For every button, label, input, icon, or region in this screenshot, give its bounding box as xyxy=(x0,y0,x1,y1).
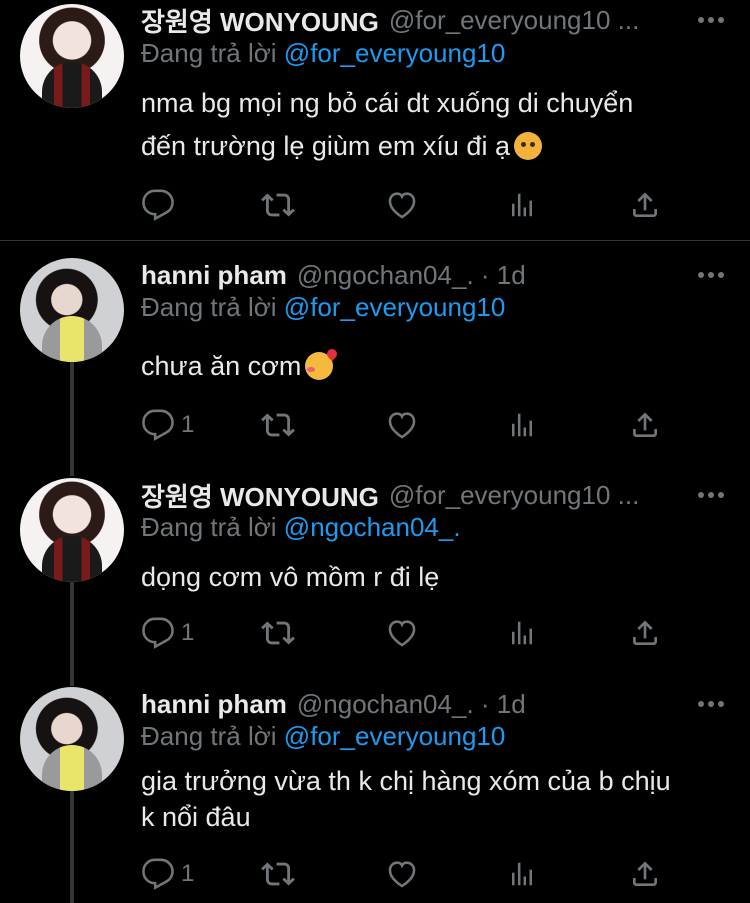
stats-icon xyxy=(507,857,537,891)
reply-prefix: Đang trả lời xyxy=(141,292,277,322)
mention-link[interactable]: @ngochan04_. xyxy=(284,512,461,542)
tweet[interactable]: 장원영 WONYOUNG @for_everyoung10 ... Đang t… xyxy=(0,476,750,676)
reply-icon xyxy=(141,616,175,650)
tweet-text-line: chưa ăn cơm xyxy=(141,351,302,381)
author-name[interactable]: 장원영 WONYOUNG xyxy=(141,2,379,39)
reply-count: 1 xyxy=(181,860,195,887)
share-icon xyxy=(629,188,661,222)
reply-prefix: Đang trả lời xyxy=(141,512,277,542)
like-button[interactable] xyxy=(385,408,419,442)
reply-button[interactable]: 1 xyxy=(141,857,194,891)
author-name[interactable]: hanni pham xyxy=(141,689,287,720)
heart-icon xyxy=(385,408,419,442)
replying-to: Đang trả lời @for_everyoung10 xyxy=(141,38,505,69)
tweet-actions: 1 xyxy=(141,857,701,897)
reply-icon xyxy=(141,188,175,222)
tweet-text: nma bg mọi ng bỏ cái dt xuống di chuyển … xyxy=(141,82,731,168)
replying-to: Đang trả lời @ngochan04_. xyxy=(141,512,461,543)
heart-icon xyxy=(385,616,419,650)
reply-icon xyxy=(141,408,175,442)
smiling-face-with-hearts-emoji xyxy=(305,352,334,380)
share-icon xyxy=(629,616,661,650)
retweet-button[interactable] xyxy=(261,857,295,891)
share-button[interactable] xyxy=(629,857,661,891)
reply-button[interactable]: 1 xyxy=(141,408,194,442)
stats-icon xyxy=(507,616,537,650)
tweet-text-line: dọng cơm vô mồm r đi lẹ xyxy=(141,562,440,592)
reply-button[interactable] xyxy=(141,188,181,222)
tweet-text: gia trưởng vừa th k chị hàng xóm của b c… xyxy=(141,763,731,835)
retweet-icon xyxy=(261,857,295,891)
more-options-icon[interactable] xyxy=(698,488,726,502)
views-button[interactable] xyxy=(507,408,537,442)
retweet-button[interactable] xyxy=(261,408,295,442)
retweet-icon xyxy=(261,188,295,222)
more-options-icon[interactable] xyxy=(698,697,726,711)
more-options-icon[interactable] xyxy=(698,268,726,282)
mention-link[interactable]: @for_everyoung10 xyxy=(284,292,506,322)
share-button[interactable] xyxy=(629,188,661,222)
like-button[interactable] xyxy=(385,616,419,650)
author-name[interactable]: hanni pham xyxy=(141,260,287,291)
like-button[interactable] xyxy=(385,188,419,222)
angry-face-emoji xyxy=(513,132,542,160)
retweet-button[interactable] xyxy=(261,188,295,222)
share-button[interactable] xyxy=(629,408,661,442)
tweet-actions: 1 xyxy=(141,616,701,656)
avatar[interactable] xyxy=(20,258,124,362)
tweet-text-line: gia trưởng vừa th k chị hàng xóm của b c… xyxy=(141,766,671,796)
stats-icon xyxy=(507,188,537,222)
tweet[interactable]: hanni pham @ngochan04_. · 1d Đang trả lờ… xyxy=(0,256,750,466)
avatar[interactable] xyxy=(20,4,124,108)
tweet-text-line: nma bg mọi ng bỏ cái dt xuống di chuyển xyxy=(141,88,634,118)
mention-link[interactable]: @for_everyoung10 xyxy=(284,721,506,751)
author-handle[interactable]: @ngochan04_. · 1d xyxy=(297,260,526,291)
views-button[interactable] xyxy=(507,616,537,650)
tweet-actions: 1 xyxy=(141,408,701,448)
replying-to: Đang trả lời @for_everyoung10 xyxy=(141,292,505,323)
reply-count: 1 xyxy=(181,411,195,438)
more-options-icon[interactable] xyxy=(698,13,726,27)
reply-icon xyxy=(141,857,175,891)
retweet-icon xyxy=(261,616,295,650)
like-button[interactable] xyxy=(385,857,419,891)
tweet-text: chưa ăn cơm xyxy=(141,345,731,388)
share-button[interactable] xyxy=(629,616,661,650)
avatar[interactable] xyxy=(20,478,124,582)
divider xyxy=(0,240,750,241)
tweet-text-line: k nổi đâu xyxy=(141,802,251,832)
mention-link[interactable]: @for_everyoung10 xyxy=(284,38,506,68)
retweet-button[interactable] xyxy=(261,616,295,650)
reply-prefix: Đang trả lời xyxy=(141,38,277,68)
author-handle[interactable]: @ngochan04_. · 1d xyxy=(297,689,526,720)
reply-count: 1 xyxy=(181,619,195,646)
author-handle[interactable]: @for_everyoung10 ... xyxy=(389,480,639,511)
tweet-actions xyxy=(141,188,701,228)
heart-icon xyxy=(385,188,419,222)
reply-prefix: Đang trả lời xyxy=(141,721,277,751)
avatar[interactable] xyxy=(20,687,124,791)
tweet-text-line: đến trường lẹ giùm em xíu đi ạ xyxy=(141,131,510,161)
views-button[interactable] xyxy=(507,188,537,222)
views-button[interactable] xyxy=(507,857,537,891)
author-handle[interactable]: @for_everyoung10 ... xyxy=(389,5,639,36)
share-icon xyxy=(629,857,661,891)
tweet[interactable]: 장원영 WONYOUNG @for_everyoung10 ... Đang t… xyxy=(0,0,750,240)
heart-icon xyxy=(385,857,419,891)
author-name[interactable]: 장원영 WONYOUNG xyxy=(141,477,379,514)
share-icon xyxy=(629,408,661,442)
replying-to: Đang trả lời @for_everyoung10 xyxy=(141,721,505,752)
stats-icon xyxy=(507,408,537,442)
tweet-text: dọng cơm vô mồm r đi lẹ xyxy=(141,556,731,599)
retweet-icon xyxy=(261,408,295,442)
reply-button[interactable]: 1 xyxy=(141,616,194,650)
tweet[interactable]: hanni pham @ngochan04_. · 1d Đang trả lờ… xyxy=(0,685,750,903)
